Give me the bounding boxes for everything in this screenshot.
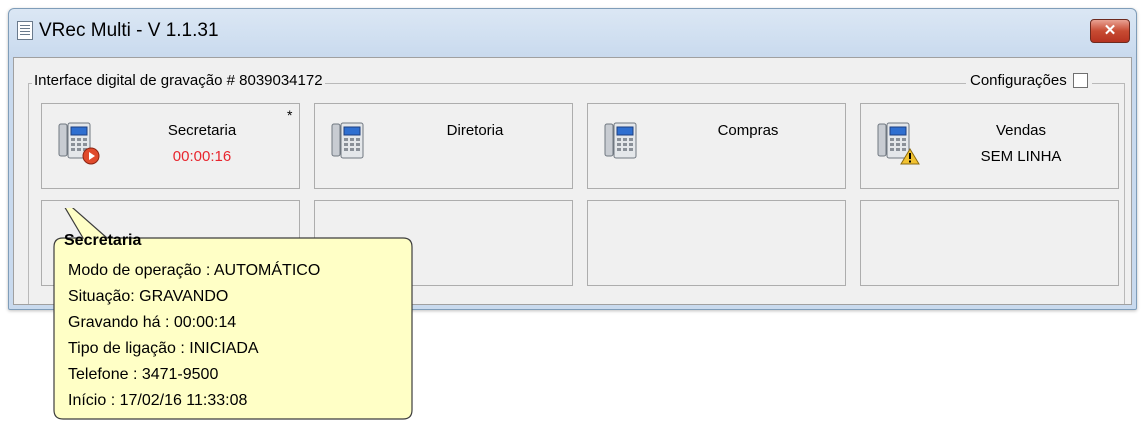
channel-status: SEM LINHA: [980, 148, 1062, 165]
channel-name: Compras: [717, 122, 779, 139]
tooltip-title: Secretaria: [64, 232, 142, 249]
tooltip-line: Situação: GRAVANDO: [68, 288, 229, 305]
title-bar[interactable]: VRec Multi - V 1.1.31 ✕: [9, 9, 1136, 57]
config-toggle[interactable]: Configurações: [966, 72, 1092, 89]
phone-warning-icon: [877, 122, 920, 165]
channel-name: Secretaria: [167, 122, 237, 139]
channel-active-marker: *: [287, 107, 293, 123]
channel-cell-empty[interactable]: [587, 200, 846, 286]
channel-cell-empty[interactable]: [860, 200, 1119, 286]
channel-cell-vendas[interactable]: Vendas SEM LINHA: [860, 103, 1119, 189]
channel-timer: 00:00:16: [172, 148, 232, 165]
tooltip-line: Gravando há : 00:00:14: [68, 314, 237, 331]
tooltip-line: Tipo de ligação : INICIADA: [68, 340, 259, 357]
app-icon: [17, 21, 33, 40]
channel-cell-diretoria[interactable]: Diretoria: [314, 103, 573, 189]
phone-icon: [604, 122, 637, 159]
config-checkbox[interactable]: [1072, 73, 1088, 88]
interface-caption: Interface digital de gravação # 80390341…: [32, 72, 325, 89]
channel-name: Diretoria: [446, 122, 504, 139]
channel-cell-secretaria[interactable]: Secretaria 00:00:16 *: [41, 103, 300, 189]
close-icon: ✕: [1103, 22, 1117, 39]
config-label: Configurações: [970, 72, 1067, 89]
phone-icon: [331, 122, 364, 159]
tooltip-line: Início : 17/02/16 11:33:08: [68, 392, 248, 409]
channel-cell-compras[interactable]: Compras: [587, 103, 846, 189]
channel-name: Vendas: [995, 122, 1047, 139]
window-title: VRec Multi - V 1.1.31: [39, 20, 219, 41]
tooltip-line: Telefone : 3471-9500: [68, 366, 219, 383]
phone-recording-icon: [58, 122, 100, 165]
close-button[interactable]: ✕: [1090, 19, 1130, 43]
tooltip-line: Modo de operação : AUTOMÁTICO: [68, 262, 321, 279]
